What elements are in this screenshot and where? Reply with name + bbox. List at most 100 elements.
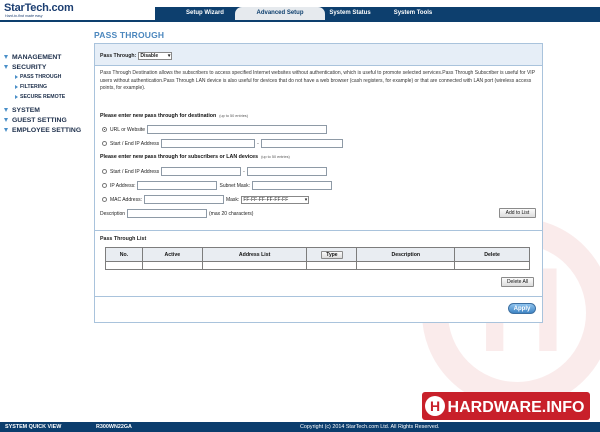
- pass-through-row: Pass Through: Disable ▾: [100, 52, 173, 60]
- table-cell: [454, 261, 530, 270]
- pass-through-value: Disable: [140, 53, 159, 59]
- table-cell: [306, 261, 358, 270]
- sub-start-ip-input[interactable]: [161, 167, 242, 176]
- url-label: URL or Website: [110, 126, 146, 133]
- mac-address-radio[interactable]: [102, 197, 107, 202]
- table-cell: [105, 261, 143, 270]
- dest-start-end-label: Start / End IP Address: [110, 140, 160, 147]
- ip-address-radio[interactable]: [102, 183, 107, 188]
- sub-ip-range-radio[interactable]: [102, 169, 107, 174]
- band-divider: [95, 65, 542, 66]
- triangle-down-icon: [4, 55, 8, 59]
- model-number: R300WN22GA: [96, 424, 132, 430]
- type-sort-button[interactable]: Type: [321, 250, 343, 259]
- col-active: Active: [141, 247, 203, 262]
- sidebar-item-label: SYSTEM: [12, 106, 40, 114]
- add-to-list-button[interactable]: Add to List: [499, 208, 536, 218]
- dest-ip-range-row: Start / End IP Address -: [102, 139, 343, 148]
- sidebar-item-label: MANAGEMENT: [12, 53, 62, 61]
- sidebar-item-label: FILTERING: [20, 84, 47, 90]
- mask-select[interactable]: FF-FF-FF-FF-FF-FF ▾: [241, 195, 310, 204]
- sidebar-item-filtering[interactable]: FILTERING: [0, 82, 92, 92]
- dest-end-ip-input[interactable]: [260, 139, 343, 148]
- arrow-right-icon: [15, 75, 18, 79]
- arrow-right-icon: [15, 85, 18, 89]
- triangle-down-icon: [4, 128, 8, 132]
- destination-header-text: Please enter new pass through for destin…: [100, 113, 217, 119]
- pass-through-label: Pass Through:: [100, 53, 137, 59]
- destination-note: (up to 50 entries): [219, 114, 248, 118]
- footer-bar: SYSTEM QUICK VIEW R300WN22GA Copyright (…: [0, 422, 600, 432]
- description-row: Description (max 20 characters): [100, 209, 253, 218]
- brand-tagline: Hard-to-find made easy: [5, 14, 43, 18]
- mac-address-label: MAC Address:: [110, 196, 142, 203]
- pass-through-select[interactable]: Disable ▾: [138, 52, 173, 60]
- startech-logo: StarTech.com Hard-to-find made easy: [4, 2, 74, 18]
- sub-end-ip-input[interactable]: [246, 167, 327, 176]
- sidebar-item-pass-through[interactable]: PASS THROUGH: [0, 72, 92, 82]
- destination-header: Please enter new pass through for destin…: [100, 113, 248, 119]
- system-quick-view-link[interactable]: SYSTEM QUICK VIEW: [5, 424, 61, 430]
- ip-address-label: IP Address:: [110, 182, 136, 189]
- sidebar-item-label: SECURITY: [12, 63, 47, 71]
- tab-setup-wizard[interactable]: Setup Wizard: [165, 7, 245, 20]
- subnet-mask-input[interactable]: [252, 181, 333, 190]
- description-label: Description: [100, 210, 126, 217]
- mac-address-input[interactable]: [143, 195, 224, 204]
- main-nav: Setup Wizard Advanced Setup System Statu…: [155, 7, 600, 20]
- sidebar-item-system[interactable]: SYSTEM: [0, 105, 92, 115]
- sidebar-item-employee-setting[interactable]: EMPLOYEE SETTING: [0, 125, 92, 135]
- description-text: Pass Through Destination allows the subs…: [100, 70, 535, 91]
- description-input[interactable]: [127, 209, 208, 218]
- col-description: Description: [356, 247, 456, 262]
- col-no: No.: [105, 247, 143, 262]
- arrow-right-icon: [15, 95, 18, 99]
- table-header-row: No. Active Address List Type Description…: [105, 247, 530, 262]
- mask-value: FF-FF-FF-FF-FF-FF: [243, 196, 289, 203]
- mac-address-row: MAC Address: Mask: FF-FF-FF-FF-FF-FF ▾: [102, 195, 310, 204]
- triangle-down-icon: [4, 118, 8, 122]
- col-address-list: Address List: [201, 247, 308, 262]
- col-delete: Delete: [454, 247, 530, 262]
- header-divider: [0, 20, 600, 22]
- logo-h-letter: H: [430, 398, 440, 414]
- sidebar-item-label: PASS THROUGH: [20, 74, 62, 80]
- table-cell: [201, 261, 308, 270]
- delete-all-button[interactable]: Delete All: [501, 277, 534, 287]
- dest-start-ip-input[interactable]: [161, 139, 256, 148]
- ip-address-input[interactable]: [137, 181, 218, 190]
- sidebar-item-secure-remote[interactable]: SECURE REMOTE: [0, 92, 92, 102]
- url-radio[interactable]: [102, 127, 107, 132]
- apply-button[interactable]: Apply: [508, 303, 536, 314]
- brand-name: StarTech.com: [4, 2, 74, 14]
- sidebar-item-management[interactable]: MANAGEMENT: [0, 52, 92, 62]
- subnet-mask-label: Subnet Mask:: [219, 182, 251, 189]
- pass-through-table: No. Active Address List Type Description…: [105, 247, 530, 270]
- tab-system-status[interactable]: System Status: [315, 7, 385, 20]
- table-row: [105, 261, 530, 270]
- dest-ip-range-radio[interactable]: [102, 141, 107, 146]
- sidebar-item-guest-setting[interactable]: GUEST SETTING: [0, 115, 92, 125]
- chevron-down-icon: ▾: [304, 196, 308, 203]
- tab-advanced-setup[interactable]: Advanced Setup: [235, 7, 325, 20]
- triangle-down-icon: [4, 108, 8, 112]
- sidebar-item-security[interactable]: SECURITY: [0, 62, 92, 72]
- tab-system-tools[interactable]: System Tools: [378, 7, 448, 20]
- sub-start-end-label: Start / End IP Address: [110, 168, 160, 175]
- pass-through-panel: Pass Through: Disable ▾ Pass Through Des…: [94, 43, 543, 323]
- table-cell: [141, 261, 203, 270]
- sub-ip-dash: -: [243, 168, 245, 175]
- ip-address-row: IP Address: Subnet Mask:: [102, 181, 333, 190]
- url-input[interactable]: [147, 125, 328, 134]
- description-note: (max 20 characters): [209, 210, 254, 217]
- sidebar-item-label: EMPLOYEE SETTING: [12, 126, 82, 134]
- sidebar-item-label: SECURE REMOTE: [20, 94, 66, 100]
- pass-through-list-title: Pass Through List: [100, 236, 147, 242]
- chevron-down-icon: ▾: [167, 53, 171, 59]
- subscriber-note: (up to 50 entries): [261, 155, 290, 159]
- hardware-info-logo: H HARDWARE.INFO: [422, 392, 590, 420]
- logo-text: HARDWARE.INFO: [448, 399, 585, 416]
- dest-ip-dash: -: [257, 140, 259, 147]
- url-row: URL or Website: [102, 125, 328, 134]
- mask-label: Mask:: [225, 196, 240, 203]
